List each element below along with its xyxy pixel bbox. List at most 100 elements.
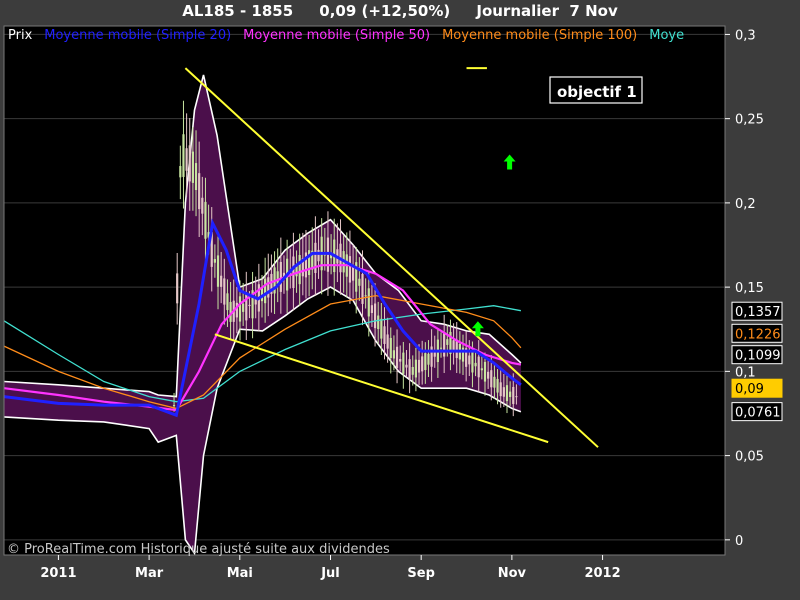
candle-body [298, 255, 301, 285]
x-tick-label: Nov [498, 566, 527, 581]
candle-body [392, 350, 396, 359]
candle-body [348, 256, 352, 283]
x-tick-label: 2012 [584, 566, 620, 581]
candle-body [279, 261, 282, 292]
candle-body [414, 359, 417, 378]
candle-body [430, 346, 433, 367]
candle-body [223, 278, 226, 305]
price-label: 0,1226 [735, 327, 781, 342]
candle-body [487, 371, 490, 379]
candle-body [443, 333, 446, 357]
candle-body [402, 352, 405, 374]
y-tick-label: 0,2 [735, 197, 756, 212]
candle-body [408, 359, 411, 379]
y-tick-label: 0,15 [735, 281, 764, 296]
candle-body [201, 197, 204, 214]
candle-body [194, 163, 198, 191]
y-tick-label: 0,05 [735, 450, 764, 465]
candle-body [499, 382, 502, 397]
candle-body [493, 376, 496, 388]
price-chart: 0 0,05 0,1 0,15 0,2 0,25 0,3 2011 Mar Mai Jul Sep N… [3, 25, 783, 581]
watermark: © ProRealTime.com Historique ajusté suit… [7, 542, 390, 557]
candle-body [377, 315, 380, 330]
annotation-label: objectif 1 [557, 83, 637, 101]
candle-body [455, 339, 458, 359]
legend-item: Moyenne mobile (Simple 100) [442, 28, 637, 43]
candle-body [468, 355, 471, 365]
price-labels: 0,1357 0,1226 0,1099 0,09 0,0761 [731, 301, 783, 422]
y-tick-label: 0,1 [735, 365, 756, 380]
candle-body [317, 249, 320, 262]
candle-body [502, 387, 505, 397]
legend-item: Prix [8, 28, 33, 43]
candle-body [424, 353, 427, 371]
candle-body [238, 296, 242, 322]
x-tick-label: 2011 [40, 566, 76, 581]
candle-body [216, 255, 220, 287]
candle-body [248, 304, 251, 307]
x-tick-label: Mai [227, 566, 253, 581]
price-label: 0,0761 [735, 406, 781, 421]
candle-body [204, 201, 207, 239]
candle-body [446, 339, 449, 345]
candle-body [389, 337, 392, 359]
candle-body [367, 288, 370, 317]
candle-body [386, 334, 389, 349]
legend-item: Moyenne mobile (Simple 20) [44, 28, 231, 43]
candle-body [267, 277, 270, 298]
y-axis: 0 0,05 0,1 0,15 0,2 0,25 0,3 [725, 28, 764, 549]
legend-item: Moyenne mobile (Simple 50) [243, 28, 430, 43]
y-tick-label: 0,25 [735, 113, 764, 128]
candle-body [245, 292, 248, 321]
candle-body [405, 364, 408, 368]
candle-body [213, 259, 216, 263]
annotations: objectif 1 [549, 76, 643, 104]
x-tick-label: Sep [407, 566, 435, 581]
candle-body [477, 356, 480, 378]
price-label: 0,1357 [735, 305, 781, 320]
candle-body [172, 405, 176, 407]
candle-body [417, 359, 421, 373]
candle-body [370, 305, 374, 314]
x-axis: 2011 Mar Mai Jul Sep Nov 2012 [40, 555, 621, 581]
candle-body [191, 151, 194, 183]
candle-body [364, 295, 367, 297]
candle-body [512, 386, 515, 404]
legend-item: Moye [649, 28, 684, 43]
candle-body [509, 391, 512, 397]
candle-body [226, 293, 229, 311]
candle-body [439, 347, 443, 349]
candle-body [505, 385, 509, 402]
candle-body [496, 378, 499, 393]
candle-body [411, 366, 414, 375]
price-label: 0,09 [735, 382, 764, 397]
legend: Prix Moyenne mobile (Simple 20) Moyenne mo… [8, 28, 684, 43]
candle-body [399, 358, 402, 362]
y-tick-label: 0 [735, 534, 743, 549]
candle-body [220, 275, 223, 287]
candle-body [515, 396, 518, 398]
candle-body [421, 356, 424, 372]
candle-body [242, 303, 245, 312]
candle-body [185, 148, 188, 171]
candle-body [373, 303, 377, 329]
candle-body [361, 273, 364, 304]
candle-body [383, 326, 386, 344]
candle-body [264, 278, 267, 304]
candle-body [358, 278, 361, 286]
candle-body [292, 256, 295, 289]
y-tick-label: 0,3 [735, 28, 756, 43]
price-label: 0,1099 [735, 349, 781, 364]
candle-body [179, 166, 182, 178]
candle-body [490, 370, 493, 388]
candle-body [480, 368, 483, 371]
candle-body [176, 273, 179, 304]
candle-body [427, 353, 430, 365]
x-tick-label: Jul [320, 566, 340, 581]
candle-body [182, 134, 185, 177]
candle-body [474, 362, 477, 367]
candle-body [380, 318, 383, 339]
candle-body [188, 145, 191, 182]
candle-body [395, 346, 399, 368]
candle-body [198, 173, 201, 210]
